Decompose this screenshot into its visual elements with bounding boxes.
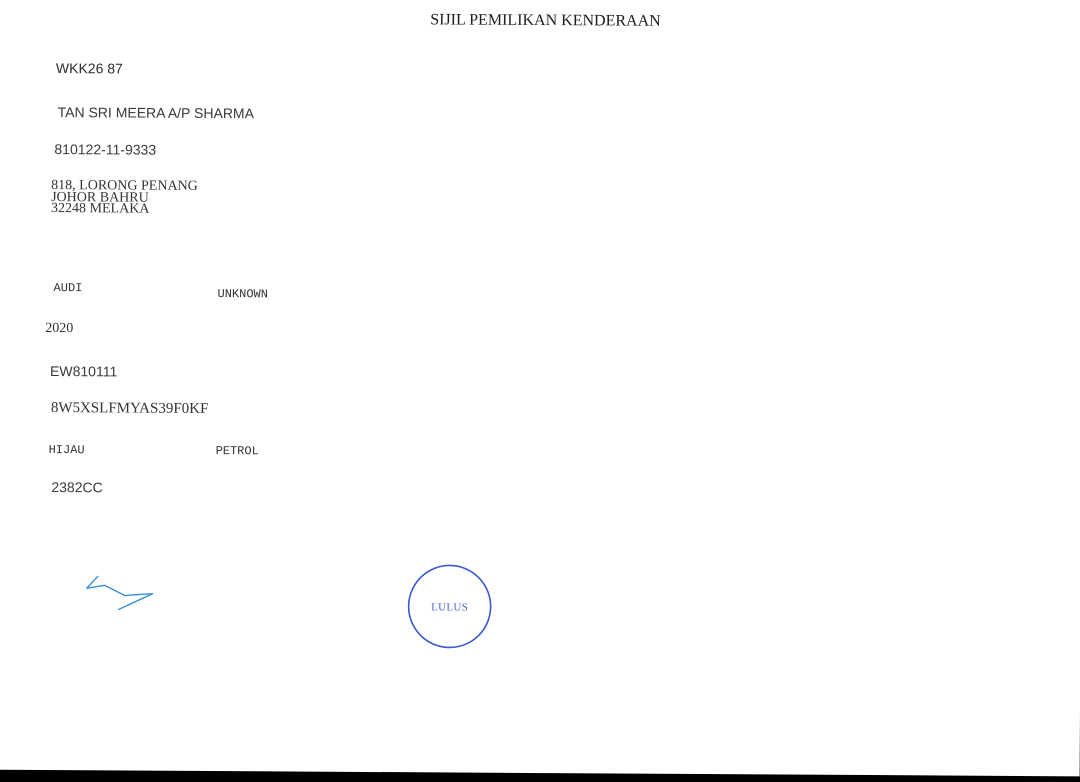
stamp-text: LULUS <box>431 601 469 614</box>
registration-number: WKK26 87 <box>55 60 123 77</box>
fuel-type: PETROL <box>215 444 259 459</box>
document-title: SIJIL PEMILIKAN KENDERAAN <box>430 11 661 30</box>
engine-capacity: 2382CC <box>51 479 103 496</box>
owner-address: 818, LORONG PENANG JOHOR BAHRU 32248 MEL… <box>51 178 198 217</box>
owner-signature <box>86 575 154 611</box>
owner-name: TAN SRI MEERA A/P SHARMA <box>57 104 255 122</box>
vehicle-model: UNKNOWN <box>217 287 269 302</box>
scan-background: SIJIL PEMILIKAN KENDERAAN WKK26 87 TAN S… <box>0 0 1080 782</box>
chassis-number: 8W5XSLFMYAS39F0KF <box>50 400 209 417</box>
vehicle-make: AUDI <box>53 281 83 296</box>
manufacture-year: 2020 <box>45 321 74 337</box>
vehicle-colour: HIJAU <box>48 443 85 458</box>
address-line-3: 32248 MELAKA <box>51 201 150 217</box>
ic-number: 810122-11-9333 <box>54 141 157 158</box>
engine-number: EW810111 <box>50 363 118 380</box>
approval-stamp: LULUS <box>407 564 492 649</box>
certificate-page: SIJIL PEMILIKAN KENDERAAN WKK26 87 TAN S… <box>0 0 1080 777</box>
